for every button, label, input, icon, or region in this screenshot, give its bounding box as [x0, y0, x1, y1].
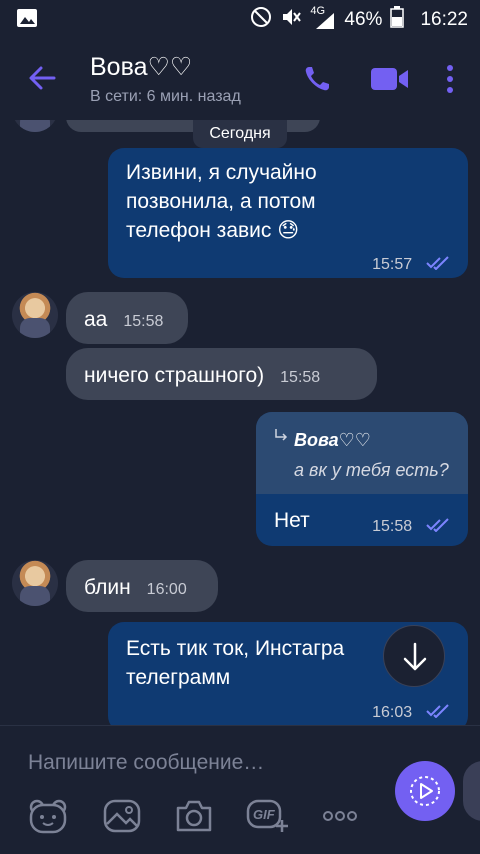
incoming-message[interactable]: ничего страшного) 15:58 [66, 348, 377, 400]
message-composer: GIF [0, 725, 480, 854]
avatar [12, 560, 58, 606]
contact-status: В сети: 6 мин. назад [90, 88, 241, 105]
play-icon [410, 776, 440, 806]
quoted-sender: Вова♡♡ [294, 430, 371, 450]
scroll-to-bottom-button[interactable] [383, 625, 445, 687]
message-time: 16:00 [146, 581, 187, 598]
more-options-icon[interactable] [440, 64, 460, 94]
gallery-icon[interactable] [102, 798, 142, 834]
message-time: 15:58 [123, 313, 164, 330]
read-checkmarks-icon [426, 256, 449, 271]
arrow-down-icon [403, 642, 427, 671]
side-panel-handle[interactable] [463, 761, 480, 821]
outgoing-message[interactable]: Извини, я случайно позвонила, а потом те… [108, 148, 468, 278]
read-checkmarks-icon [426, 518, 449, 533]
message-text: ничего страшного) [84, 364, 265, 387]
gallery-notification-icon [16, 8, 38, 34]
message-time: 16:03 [372, 704, 413, 721]
contact-name[interactable]: Вова♡♡ [90, 52, 192, 82]
reply-arrow-icon [275, 429, 288, 441]
call-icon[interactable] [302, 64, 332, 94]
back-arrow-icon[interactable] [26, 62, 58, 94]
gif-label: GIF [253, 807, 275, 822]
chat-header: Вова♡♡ В сети: 6 мин. назад [0, 36, 480, 120]
message-time: 15:57 [372, 256, 413, 273]
status-bar: 4G 46% 16:22 [0, 0, 480, 36]
clock: 16:22 [420, 9, 468, 30]
battery-percent: 46% [344, 9, 383, 30]
quoted-text: а вк у тебя есть? [294, 460, 449, 480]
message-text-line: телеграмм [126, 666, 231, 689]
camera-icon[interactable] [174, 798, 214, 834]
network-type: 4G [310, 5, 326, 17]
outgoing-reply-message[interactable]: Вова♡♡ а вк у тебя есть? Нет 15:58 [256, 412, 468, 546]
mute-icon [280, 6, 302, 34]
gif-button[interactable]: GIF [246, 798, 288, 834]
message-text: блин [84, 576, 131, 599]
battery-icon [390, 6, 405, 34]
sticker-icon[interactable] [28, 798, 68, 834]
incoming-message[interactable]: аа 15:58 [66, 292, 188, 344]
read-checkmarks-icon [426, 704, 449, 719]
video-call-icon[interactable] [370, 64, 410, 94]
video-message-button[interactable] [395, 761, 455, 821]
avatar [12, 292, 58, 338]
message-time: 15:58 [280, 369, 321, 386]
message-time: 15:58 [372, 518, 413, 535]
date-separator: Сегодня [193, 120, 287, 148]
message-text-line: Есть тик ток, Инстагра [126, 637, 345, 660]
do-not-disturb-icon [250, 6, 272, 34]
message-list[interactable]: Сегодня Извини, я случайно позвонила, а … [0, 120, 480, 725]
avatar [12, 120, 58, 132]
quoted-message[interactable]: Вова♡♡ а вк у тебя есть? [256, 412, 468, 494]
incoming-message[interactable]: блин 16:00 [66, 560, 218, 612]
message-text-line: Извини, я случайно [126, 161, 317, 184]
message-text-line: позвонила, а потом [126, 190, 316, 213]
message-text: Нет [274, 509, 310, 532]
message-text: аа [84, 308, 108, 331]
signal-icon: 4G [310, 5, 336, 31]
more-options-icon[interactable] [320, 798, 360, 834]
message-text-line: телефон завис 😓 [126, 219, 300, 242]
message-input[interactable] [28, 746, 368, 780]
